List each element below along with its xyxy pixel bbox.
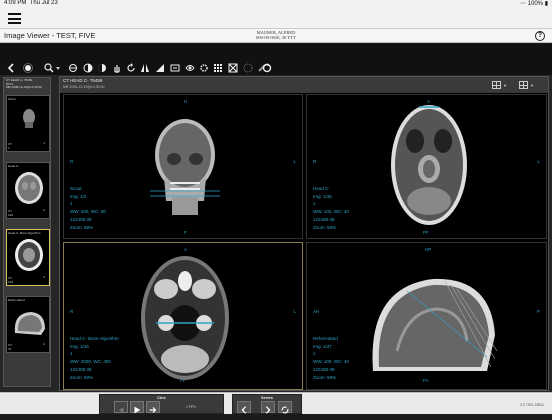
series-controls: Series [232,394,302,414]
cine-speed: 1 FPS [186,405,196,409]
cine-icon[interactable] [20,60,36,73]
series-grid-icon[interactable] [519,81,528,89]
grid-icon[interactable] [213,60,223,72]
head-image [391,105,467,225]
menu-icon[interactable] [8,13,21,24]
scout-image [150,119,220,215]
cine-next-button[interactable] [146,401,160,413]
study-title: CT HEAD C- 76459 [63,78,103,83]
viewport-bone[interactable]: A R L PF Head C- Bone Algorithm Img: 1/46… [63,242,303,390]
cine-controls: Cine 1 FPS [99,394,224,414]
title-bar: Image Viewer - TEST, FIVE MAURER, ALFRED… [0,29,552,43]
series-label: Series [260,395,273,400]
head-info: Head C- Img: 1/46 1 WW: 100, WC: 40 122408-3… [313,186,349,230]
series-panel: CT HEAD C- 76459 2074 MR 2008-12-19@14:3… [3,77,51,387]
pan-icon[interactable] [112,60,122,73]
toolbar [0,44,552,75]
annotate-icon[interactable] [155,60,165,72]
dropdown-icon[interactable] [55,60,61,70]
work-area: CT HEAD C- 76459 2074 MR 2008-12-19@14:3… [0,75,552,392]
layout-grid-icon[interactable] [492,81,501,89]
viewport-reformatted[interactable]: HP AH P FA Reformatted Img: 1/47 1 WW: 100,… [306,242,547,390]
status-bar: 4:09 PM Thu Jul 23 ⋯ 100% ▮ [0,0,552,8]
viewer-header: CT HEAD C- 76459 MR 2008-12-19@14:39:00 … [60,77,548,93]
settings-icon[interactable] [199,60,209,72]
reformatted-image [372,278,498,371]
series-header: CT HEAD C- 76459 2074 MR 2008-12-19@14:3… [6,78,42,89]
series-thumb-bone[interactable]: Head C- Bone Algorithm CT 146 3 [6,229,50,286]
viewport-head[interactable]: A R L PF Head C- Img: 1/46 1 WW: 100, WC: 4… [306,94,547,239]
viewport-scout[interactable]: H R L F Scout Img: 1/2 1 WW: 500, WC: 50 122… [63,94,303,239]
series-next-button[interactable] [261,401,275,414]
cine-prev-button[interactable] [114,401,128,413]
status-right: ⋯ 100% ▮ [520,1,548,7]
scout-info: Scout Img: 1/2 1 WW: 500, WC: 50 122408-39 Zo… [70,186,106,230]
series-thumb-scout[interactable]: Scout CT 1 1 [6,95,50,152]
series-prev-button[interactable] [237,401,251,414]
play-button[interactable] [130,401,144,414]
series-thumb-head[interactable]: Head C- CT 146 2 [6,162,50,219]
patient-info: MAURER, ALFRED 000-00-0020, 30 YTT [0,30,552,40]
eye-icon[interactable] [185,60,195,71]
chevron-down-icon[interactable]: ▼ [503,83,507,88]
window-level-icon[interactable] [68,60,78,72]
layout-icon[interactable] [228,60,238,73]
back-icon[interactable] [6,60,16,73]
contrast-icon[interactable] [83,60,93,73]
help-icon[interactable]: ? [535,31,545,41]
crosshair-icon[interactable] [243,60,253,73]
invert-icon[interactable] [97,60,107,72]
bone-info: Head C- Bone Algorithm Img: 1/46 1 WW: 2000… [70,336,119,380]
patient-id: 000-00-0020, 30 YTT [256,35,296,40]
cine-label: Cine [157,395,166,400]
status-time: 4:09 PM Thu Jul 23 [4,0,58,6]
app-version: 3.2.7901.29811 [519,403,544,407]
image-viewer: CT HEAD C- 76459 MR 2008-12-19@14:39:00 … [59,76,549,391]
reset-icon[interactable] [262,60,272,73]
chevron-down-icon[interactable]: ▼ [530,83,534,88]
nav-bar [0,8,552,29]
series-sync-button[interactable] [278,401,292,414]
bone-image [141,256,229,380]
study-date: MR 2008-12-19@14:39:00 [63,85,105,89]
rotate-icon[interactable] [126,60,136,72]
measure-icon[interactable] [170,60,180,72]
series-thumb-reformatted[interactable]: Reformatted CT 47 4 [6,296,50,353]
bottom-bar: Cine 1 FPS Series 3.2.7901.29811 [0,392,552,414]
reformatted-info: Reformatted Img: 1/47 1 WW: 100, WC: 40 1224… [313,336,349,380]
zoom-icon[interactable] [44,60,54,73]
flip-icon[interactable] [140,60,150,72]
